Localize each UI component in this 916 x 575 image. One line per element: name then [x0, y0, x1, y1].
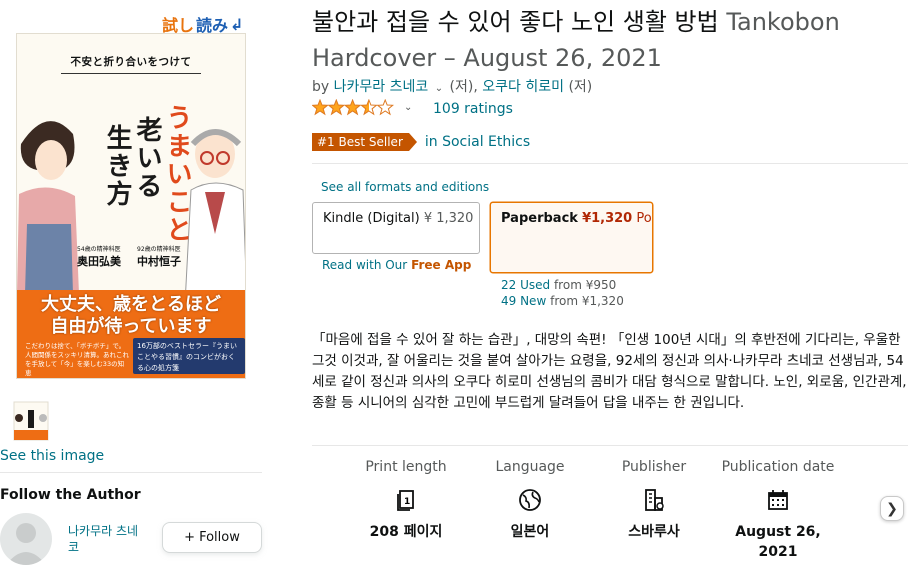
cover-band-line-1: 大丈夫、歳をとるほど	[41, 294, 221, 315]
new-offers-price: from ¥1,320	[550, 294, 624, 308]
author-1-role: (저),	[449, 79, 478, 95]
cover-ribbon: 16万部のベストセラー『うまいことやる習慣』のコンビがおくる心の処方箋	[133, 338, 245, 374]
detail-value: 스바루사	[628, 524, 680, 540]
cover-author-2: 92歳の精神科医 中村恒子	[137, 244, 181, 269]
carousel-next-chevron-right-icon[interactable]: ❯	[880, 496, 904, 521]
kindle-price: ¥ 1,320	[423, 211, 474, 226]
cover-band-headline: 大丈夫、歳をとるほど 自由が待っています	[17, 294, 245, 338]
cover-author-1-role: 54歳の精神科医	[77, 246, 121, 253]
format-option-paperback[interactable]: Paperback ¥1,320 Po	[490, 202, 653, 273]
star-4	[360, 99, 378, 116]
avatar-placeholder-icon	[6, 523, 46, 565]
detail-language[interactable]: Language 일본어	[468, 455, 592, 562]
star-1	[312, 99, 329, 116]
free-app-prefix: Read with Our	[322, 258, 408, 272]
book-description: 「마음에 접을 수 있어 잘 하는 습관」, 대망의 속편! 「인생 100년 …	[312, 332, 907, 411]
see-all-formats-link[interactable]: See all formats and editions	[321, 180, 489, 194]
divider	[312, 163, 908, 164]
author-avatar[interactable]	[0, 513, 52, 565]
free-app-link[interactable]: Read with Our Free App	[322, 258, 471, 272]
star-5	[376, 99, 394, 116]
rating-row[interactable]: ⌄	[312, 99, 412, 116]
plus-icon: +	[184, 530, 196, 545]
left-divider	[0, 472, 262, 473]
product-title: 불안과 접을 수 있어 좋다 노인 생활 방법 Tankobon Hardcov…	[312, 4, 910, 76]
image-column: 試し 読み ↲ 不安と折り合いをつけて うまいこと 老いる 生き方 54歳の精神科医…	[0, 0, 262, 575]
book-pages-icon: 1	[344, 486, 468, 514]
cover-band-line-2: 自由が待っています	[50, 316, 212, 337]
detail-publisher[interactable]: Publisher 스바루사	[592, 455, 716, 562]
cover-author-1-name: 奥田弘美	[77, 255, 121, 268]
book-cover-image[interactable]: 不安と折り合いをつけて うまいこと 老いる 生き方 54歳の精神科医 奥田弘美 …	[16, 33, 246, 379]
new-offer-row: 49 New from ¥1,320	[501, 293, 624, 309]
calendar-icon	[716, 486, 840, 514]
free-app-label: Free App	[411, 258, 472, 272]
detail-value: August 26, 2021	[735, 524, 821, 560]
used-offers-price: from ¥950	[553, 278, 617, 292]
star-rating-icon[interactable]	[312, 99, 394, 116]
detail-label: Print length	[365, 459, 447, 475]
paperback-label: Paperback	[501, 211, 578, 226]
used-offers-link[interactable]: 22 Used	[501, 278, 550, 292]
follow-author-name[interactable]: 나카무라 츠네코	[68, 523, 148, 555]
new-offers-link[interactable]: 49 New	[501, 294, 546, 308]
kindle-label: Kindle (Digital)	[323, 211, 420, 226]
look-inside-arrow-icon: ↲	[230, 14, 244, 34]
star-3	[343, 99, 362, 116]
used-new-offers: 22 Used from ¥950 49 New from ¥1,320	[501, 277, 624, 309]
used-offer-row: 22 Used from ¥950	[501, 277, 624, 293]
star-2	[327, 99, 346, 116]
cover-author-2-role: 92歳の精神科医	[137, 246, 181, 253]
author-link-2[interactable]: 오쿠다 히로미	[482, 79, 564, 95]
cover-author-2-name: 中村恒子	[137, 255, 181, 268]
follow-button[interactable]: + Follow	[162, 522, 262, 553]
author-link-1[interactable]: 나카무라 츠네코	[334, 79, 429, 95]
detail-label: Publication date	[721, 459, 835, 475]
cover-thumbnail[interactable]	[0, 400, 62, 442]
cover-orange-band: 大丈夫、歳をとるほど 自由が待っています こだわりは捨て、「ボチボチ」で。人間関…	[17, 290, 245, 378]
cover-subtitle: 不安と折り合いをつけて	[17, 54, 245, 74]
see-this-image-link[interactable]: See this image	[0, 448, 104, 464]
rating-chevron-down-icon[interactable]: ⌄	[404, 102, 412, 113]
cover-woman-illustration	[17, 121, 79, 294]
cover-author-1: 54歳の精神科医 奥田弘美	[77, 244, 121, 269]
divider	[312, 445, 908, 446]
product-title-text: 불안과 접을 수 있어 좋다 노인 생활 방법	[312, 8, 719, 36]
detail-label: Publisher	[621, 459, 687, 475]
byline-by: by	[312, 79, 330, 95]
author-2-role: (저)	[568, 79, 593, 95]
follow-author-heading: Follow the Author	[0, 487, 141, 503]
author-chevron-down-icon[interactable]: ⌄	[435, 83, 443, 94]
detail-label: Language	[495, 459, 565, 475]
follow-button-label: Follow	[199, 530, 240, 545]
detail-value: 일본어	[510, 524, 550, 540]
detail-print-length[interactable]: Print length 1 208 페이지	[344, 455, 468, 562]
paperback-price: ¥1,320	[582, 211, 633, 226]
detail-value: 208 페이지	[369, 524, 443, 540]
best-seller-badge[interactable]: #1 Best Seller	[312, 133, 417, 151]
paperback-truncated-text: Po	[636, 211, 652, 226]
building-icon	[592, 486, 716, 514]
product-details-carousel: Print length 1 208 페이지 Language 일본어 Publ…	[344, 455, 840, 562]
best-seller-row: #1 Best Seller in Social Ethics	[312, 133, 530, 151]
detail-publication-date[interactable]: Publication date August 26, 2021	[716, 455, 840, 562]
globe-icon	[468, 486, 592, 514]
cover-band-small-text: こだわりは捨て、「ボチボチ」で。人間関係をスッキリ清算。あれこれを手放して「今」…	[25, 342, 129, 377]
cover-title-3: 生き方	[102, 124, 132, 208]
ratings-count-link[interactable]: 109 ratings	[433, 101, 513, 117]
byline: by 나카무라 츠네코 ⌄ (저), 오쿠다 히로미 (저)	[312, 76, 592, 96]
svg-text:1: 1	[404, 497, 410, 507]
best-seller-category-link[interactable]: in Social Ethics	[425, 134, 530, 150]
format-option-kindle[interactable]: Kindle (Digital) ¥ 1,320	[312, 202, 480, 254]
